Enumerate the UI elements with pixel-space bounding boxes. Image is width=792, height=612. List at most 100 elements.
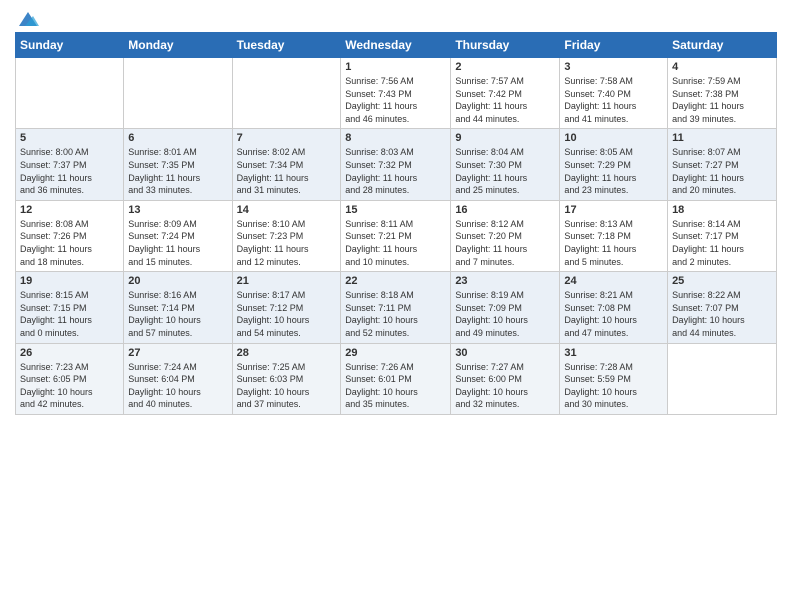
day-info: Sunrise: 8:10 AM Sunset: 7:23 PM Dayligh… <box>237 218 337 268</box>
day-number: 1 <box>345 61 446 73</box>
day-info: Sunrise: 7:25 AM Sunset: 6:03 PM Dayligh… <box>237 361 337 411</box>
calendar-header-wednesday: Wednesday <box>341 33 451 58</box>
day-number: 29 <box>345 347 446 359</box>
day-info: Sunrise: 7:59 AM Sunset: 7:38 PM Dayligh… <box>672 75 772 125</box>
day-info: Sunrise: 7:23 AM Sunset: 6:05 PM Dayligh… <box>20 361 119 411</box>
calendar-table: SundayMondayTuesdayWednesdayThursdayFrid… <box>15 32 777 415</box>
day-number: 28 <box>237 347 337 359</box>
day-info: Sunrise: 8:12 AM Sunset: 7:20 PM Dayligh… <box>455 218 555 268</box>
day-info: Sunrise: 8:16 AM Sunset: 7:14 PM Dayligh… <box>128 289 227 339</box>
day-info: Sunrise: 8:00 AM Sunset: 7:37 PM Dayligh… <box>20 146 119 196</box>
day-info: Sunrise: 8:07 AM Sunset: 7:27 PM Dayligh… <box>672 146 772 196</box>
day-number: 10 <box>564 132 663 144</box>
day-number: 3 <box>564 61 663 73</box>
calendar-day-6: 6Sunrise: 8:01 AM Sunset: 7:35 PM Daylig… <box>124 129 232 200</box>
day-info: Sunrise: 8:14 AM Sunset: 7:17 PM Dayligh… <box>672 218 772 268</box>
day-info: Sunrise: 8:22 AM Sunset: 7:07 PM Dayligh… <box>672 289 772 339</box>
day-number: 27 <box>128 347 227 359</box>
calendar-week-row: 26 Sunrise: 7:23 AM Sunset: 6:05 PM Dayli… <box>16 343 777 414</box>
day-info: Sunrise: 7:28 AM Sunset: 5:59 PM Dayligh… <box>564 361 663 411</box>
day-number: 4 <box>672 61 772 73</box>
day-number: 2 <box>455 61 555 73</box>
day-info: Sunrise: 7:56 AM Sunset: 7:43 PM Dayligh… <box>345 75 446 125</box>
calendar-day-3: 3 Sunrise: 7:58 AM Sunset: 7:40 PM Daylig… <box>560 58 668 129</box>
day-info: Sunrise: 7:24 AM Sunset: 6:04 PM Dayligh… <box>128 361 227 411</box>
day-info: Sunrise: 8:05 AM Sunset: 7:29 PM Dayligh… <box>564 146 663 196</box>
calendar-day-25: 25 Sunrise: 8:22 AM Sunset: 7:07 PM Dayli… <box>668 272 777 343</box>
calendar-day-16: 16Sunrise: 8:12 AM Sunset: 7:20 PM Dayli… <box>451 200 560 271</box>
calendar-day-28: 28 Sunrise: 7:25 AM Sunset: 6:03 PM Dayli… <box>232 343 341 414</box>
calendar-day-24: 24 Sunrise: 8:21 AM Sunset: 7:08 PM Dayli… <box>560 272 668 343</box>
day-number: 18 <box>672 204 772 216</box>
calendar-day-7: 7 Sunrise: 8:02 AM Sunset: 7:34 PM Daylig… <box>232 129 341 200</box>
calendar-day-8: 8Sunrise: 8:03 AM Sunset: 7:32 PM Daylig… <box>341 129 451 200</box>
day-number: 11 <box>672 132 772 144</box>
day-info: Sunrise: 8:09 AM Sunset: 7:24 PM Dayligh… <box>128 218 227 268</box>
day-number: 24 <box>564 275 663 287</box>
day-number: 12 <box>20 204 119 216</box>
day-info: Sunrise: 8:08 AM Sunset: 7:26 PM Dayligh… <box>20 218 119 268</box>
calendar-header-monday: Monday <box>124 33 232 58</box>
calendar-day-29: 29Sunrise: 7:26 AM Sunset: 6:01 PM Dayli… <box>341 343 451 414</box>
calendar-day-4: 4 Sunrise: 7:59 AM Sunset: 7:38 PM Daylig… <box>668 58 777 129</box>
day-number: 23 <box>455 275 555 287</box>
calendar-day-18: 18 Sunrise: 8:14 AM Sunset: 7:17 PM Dayli… <box>668 200 777 271</box>
calendar-day-14: 14 Sunrise: 8:10 AM Sunset: 7:23 PM Dayli… <box>232 200 341 271</box>
day-info: Sunrise: 7:58 AM Sunset: 7:40 PM Dayligh… <box>564 75 663 125</box>
calendar-day-empty <box>124 58 232 129</box>
logo-icon <box>17 10 39 28</box>
calendar-header-sunday: Sunday <box>16 33 124 58</box>
calendar-week-row: 19 Sunrise: 8:15 AM Sunset: 7:15 PM Dayli… <box>16 272 777 343</box>
calendar-day-empty <box>232 58 341 129</box>
day-info: Sunrise: 8:03 AM Sunset: 7:32 PM Dayligh… <box>345 146 446 196</box>
day-info: Sunrise: 8:15 AM Sunset: 7:15 PM Dayligh… <box>20 289 119 339</box>
day-info: Sunrise: 8:13 AM Sunset: 7:18 PM Dayligh… <box>564 218 663 268</box>
day-number: 7 <box>237 132 337 144</box>
day-number: 17 <box>564 204 663 216</box>
calendar-day-26: 26 Sunrise: 7:23 AM Sunset: 6:05 PM Dayli… <box>16 343 124 414</box>
day-number: 22 <box>345 275 446 287</box>
day-info: Sunrise: 8:21 AM Sunset: 7:08 PM Dayligh… <box>564 289 663 339</box>
calendar-day-15: 15 Sunrise: 8:11 AM Sunset: 7:21 PM Dayli… <box>341 200 451 271</box>
calendar-day-21: 21 Sunrise: 8:17 AM Sunset: 7:12 PM Dayli… <box>232 272 341 343</box>
day-info: Sunrise: 8:17 AM Sunset: 7:12 PM Dayligh… <box>237 289 337 339</box>
day-info: Sunrise: 7:57 AM Sunset: 7:42 PM Dayligh… <box>455 75 555 125</box>
day-info: Sunrise: 8:02 AM Sunset: 7:34 PM Dayligh… <box>237 146 337 196</box>
calendar-day-10: 10 Sunrise: 8:05 AM Sunset: 7:29 PM Dayli… <box>560 129 668 200</box>
day-number: 14 <box>237 204 337 216</box>
day-number: 20 <box>128 275 227 287</box>
day-number: 15 <box>345 204 446 216</box>
calendar-header-tuesday: Tuesday <box>232 33 341 58</box>
calendar-header-friday: Friday <box>560 33 668 58</box>
day-number: 26 <box>20 347 119 359</box>
calendar-day-13: 13Sunrise: 8:09 AM Sunset: 7:24 PM Dayli… <box>124 200 232 271</box>
day-number: 21 <box>237 275 337 287</box>
calendar-day-5: 5Sunrise: 8:00 AM Sunset: 7:37 PM Daylig… <box>16 129 124 200</box>
calendar-day-12: 12 Sunrise: 8:08 AM Sunset: 7:26 PM Dayli… <box>16 200 124 271</box>
calendar-day-17: 17 Sunrise: 8:13 AM Sunset: 7:18 PM Dayli… <box>560 200 668 271</box>
day-number: 25 <box>672 275 772 287</box>
day-number: 31 <box>564 347 663 359</box>
calendar-week-row: 12 Sunrise: 8:08 AM Sunset: 7:26 PM Dayli… <box>16 200 777 271</box>
calendar-header-row: SundayMondayTuesdayWednesdayThursdayFrid… <box>16 33 777 58</box>
day-info: Sunrise: 8:04 AM Sunset: 7:30 PM Dayligh… <box>455 146 555 196</box>
page-container: SundayMondayTuesdayWednesdayThursdayFrid… <box>0 0 792 425</box>
day-info: Sunrise: 8:19 AM Sunset: 7:09 PM Dayligh… <box>455 289 555 339</box>
day-info: Sunrise: 8:11 AM Sunset: 7:21 PM Dayligh… <box>345 218 446 268</box>
day-number: 19 <box>20 275 119 287</box>
day-number: 6 <box>128 132 227 144</box>
calendar-header-saturday: Saturday <box>668 33 777 58</box>
calendar-day-19: 19 Sunrise: 8:15 AM Sunset: 7:15 PM Dayli… <box>16 272 124 343</box>
calendar-day-27: 27 Sunrise: 7:24 AM Sunset: 6:04 PM Dayli… <box>124 343 232 414</box>
day-info: Sunrise: 7:27 AM Sunset: 6:00 PM Dayligh… <box>455 361 555 411</box>
calendar-day-empty <box>668 343 777 414</box>
calendar-day-11: 11 Sunrise: 8:07 AM Sunset: 7:27 PM Dayli… <box>668 129 777 200</box>
logo <box>15 10 39 24</box>
day-number: 30 <box>455 347 555 359</box>
calendar-week-row: 1 Sunrise: 7:56 AM Sunset: 7:43 PM Daylig… <box>16 58 777 129</box>
calendar-day-23: 23 Sunrise: 8:19 AM Sunset: 7:09 PM Dayli… <box>451 272 560 343</box>
calendar-day-9: 9Sunrise: 8:04 AM Sunset: 7:30 PM Daylig… <box>451 129 560 200</box>
day-info: Sunrise: 8:18 AM Sunset: 7:11 PM Dayligh… <box>345 289 446 339</box>
calendar-day-30: 30 Sunrise: 7:27 AM Sunset: 6:00 PM Dayli… <box>451 343 560 414</box>
calendar-day-22: 22 Sunrise: 8:18 AM Sunset: 7:11 PM Dayli… <box>341 272 451 343</box>
